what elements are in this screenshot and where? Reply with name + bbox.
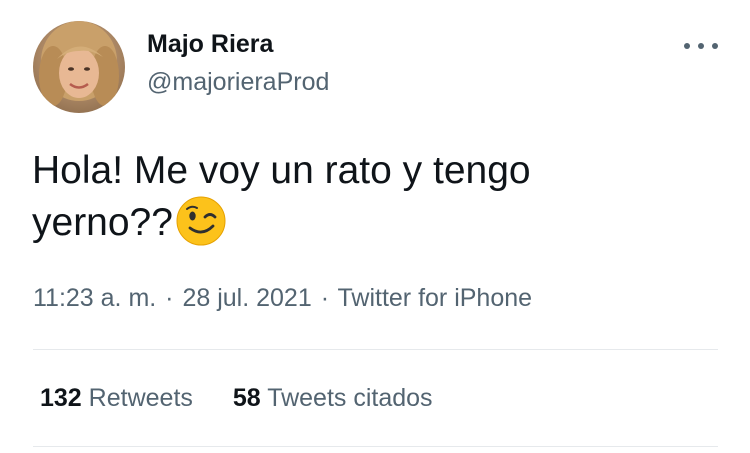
meta-separator: · xyxy=(165,284,174,312)
retweets-stat[interactable]: 132 Retweets xyxy=(40,384,193,413)
more-dot xyxy=(712,43,718,49)
more-horizontal-icon[interactable] xyxy=(684,38,718,54)
tweet-body: Hola! Me voy un rato y tengo yerno?? xyxy=(32,149,531,244)
retweets-label: Retweets xyxy=(88,384,193,412)
tweet-stats: 132 Retweets 58 Tweets citados xyxy=(40,384,433,413)
tweet-meta: 11:23 a. m. · 28 jul. 2021 · Twitter for… xyxy=(33,284,532,313)
meta-separator: · xyxy=(320,284,330,312)
display-name[interactable]: Majo Riera xyxy=(147,30,273,59)
quote-tweets-stat[interactable]: 58 Tweets citados xyxy=(233,384,433,413)
divider xyxy=(33,446,718,447)
avatar[interactable] xyxy=(33,21,125,113)
winking-face-emoji xyxy=(176,196,226,246)
retweets-count: 132 xyxy=(40,384,82,412)
tweet-date[interactable]: 28 jul. 2021 xyxy=(182,284,311,312)
tweet-time[interactable]: 11:23 a. m. xyxy=(33,284,156,312)
more-dot xyxy=(698,43,704,49)
user-handle[interactable]: @majorieraProd xyxy=(147,68,329,97)
quotes-label: Tweets citados xyxy=(267,384,433,412)
tweet-text: Hola! Me voy un rato y tengo yerno?? xyxy=(32,146,672,247)
more-dot xyxy=(684,43,690,49)
divider xyxy=(33,349,718,350)
quotes-count: 58 xyxy=(232,384,261,412)
tweet-source[interactable]: Twitter for iPhone xyxy=(338,284,533,312)
